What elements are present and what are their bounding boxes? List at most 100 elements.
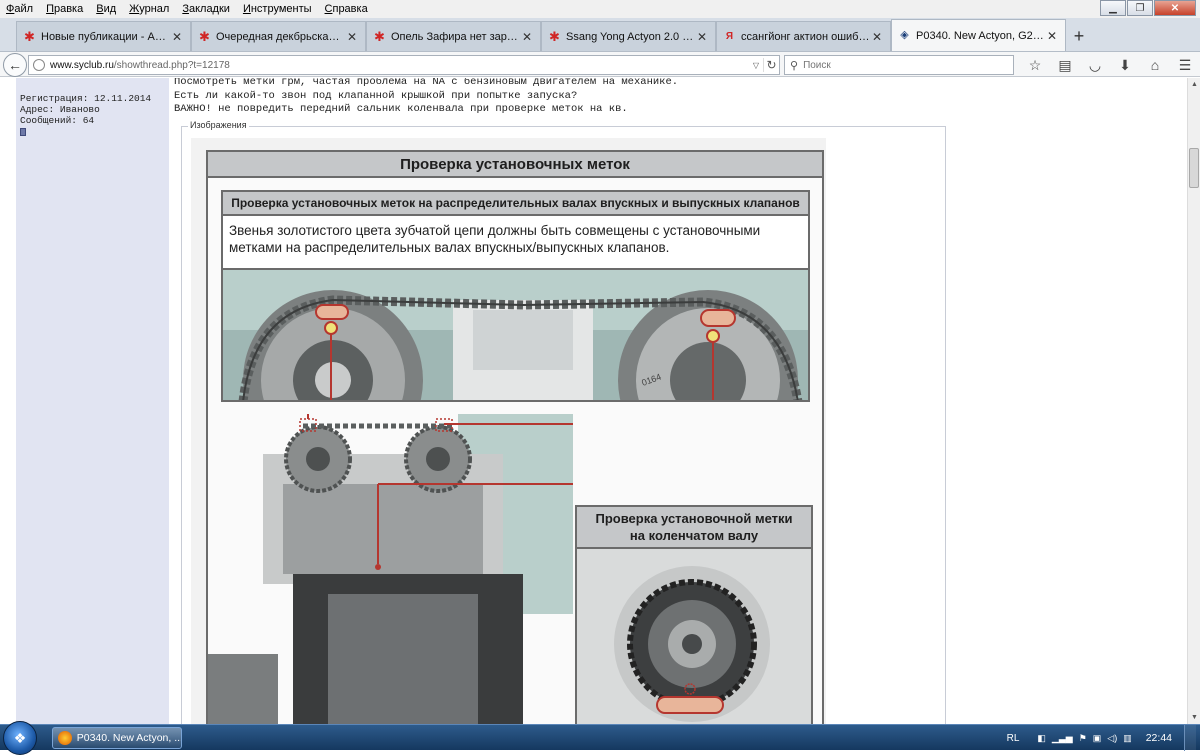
camshaft-photo-drawing: 0164 xyxy=(223,270,808,400)
dropdown-arrow-icon[interactable]: ▽ xyxy=(749,61,763,70)
back-button[interactable]: ← xyxy=(3,53,27,77)
reading-list-icon[interactable]: ▤ xyxy=(1050,55,1080,75)
tab-ssangyong-actyon[interactable]: ✱ Ssang Yong Actyon 2.0 бенз... ✕ xyxy=(541,21,716,51)
attachments-legend: Изображения xyxy=(188,120,249,130)
diagram-frame: Проверка установочных меток Проверка уст… xyxy=(206,150,824,724)
url-host: www.syclub.ru xyxy=(50,59,114,71)
menu-bookmarks[interactable]: Закладки xyxy=(182,3,230,15)
asterisk-favicon-icon: ✱ xyxy=(374,29,385,44)
tab-title: Очередная декбрьская евр... xyxy=(216,30,345,43)
close-window-button[interactable]: ✕ xyxy=(1154,0,1196,16)
reputation-badge xyxy=(20,128,26,136)
window-controls: ▁ ❐ ✕ xyxy=(1099,0,1196,16)
tab-yandex-search[interactable]: Я ссангйонг актион ошибка р... ✕ xyxy=(716,21,891,51)
camshaft-photo: 0164 xyxy=(223,268,808,400)
author-registration: Регистрация: 12.11.2014 xyxy=(20,93,152,104)
tab-p0340-active[interactable]: ◈ P0340. New Actyon, G20D. Д... ✕ xyxy=(891,19,1066,51)
author-messages: Сообщений: 64 xyxy=(20,115,95,126)
yandex-favicon-icon: Я xyxy=(725,30,734,42)
tab-close-icon[interactable]: ✕ xyxy=(1045,29,1059,43)
url-bar[interactable]: www.syclub.ru/showthread.php?t=12178 ▽ ↻ xyxy=(28,55,780,75)
tray-extra-icon[interactable]: ▥ xyxy=(1123,733,1132,744)
search-icon: ⚲ xyxy=(790,59,799,72)
diagram-title: Проверка установочных меток xyxy=(208,152,822,178)
tab-title: ссангйонг актион ошибка р... xyxy=(741,30,870,43)
search-input[interactable] xyxy=(803,59,1004,71)
post-text: Посмотреть метки грм, частая проблема на… xyxy=(174,78,678,117)
minimize-icon: ▁ xyxy=(1109,2,1117,14)
volume-icon[interactable]: ◁) xyxy=(1107,733,1117,744)
menu-edit[interactable]: Правка xyxy=(46,3,83,15)
timing-marks-diagram[interactable]: Проверка установочных меток Проверка уст… xyxy=(191,138,826,724)
menu-tools[interactable]: Инструменты xyxy=(243,3,312,15)
toolbar-icons: ☆ ▤ ◡ ⬇ ⌂ ☰ xyxy=(1020,55,1200,75)
system-tray: RL ◧ ▁▃▅ ⚑ ▣ ◁) ▥ 22:44 xyxy=(1007,725,1196,751)
menu-bar: Файл Правка Вид Журнал Закладки Инструме… xyxy=(0,0,1200,18)
taskbar-item-label: P0340. New Actyon, ... xyxy=(76,732,181,744)
crankshaft-section: Проверка установочной метки на коленчато… xyxy=(575,505,813,724)
scroll-thumb[interactable] xyxy=(1189,148,1199,188)
tab-opel-zafira[interactable]: ✱ Опель Зафира нет зарядки ... ✕ xyxy=(366,21,541,51)
tab-title: Ssang Yong Actyon 2.0 бенз... xyxy=(566,30,695,43)
tab-bar: ✱ Новые публикации - AUTO T... ✕ ✱ Очере… xyxy=(0,18,1200,52)
taskbar: ❖ P0340. New Actyon, ... RL ◧ ▁▃▅ ⚑ ▣ ◁)… xyxy=(0,721,1200,755)
firefox-icon xyxy=(58,731,72,745)
menu-help[interactable]: Справка xyxy=(325,3,368,15)
tab-close-icon[interactable]: ✕ xyxy=(870,30,884,44)
url-path: /showthread.php?t=12178 xyxy=(113,59,230,71)
reload-icon[interactable]: ↻ xyxy=(763,58,779,72)
tab-close-icon[interactable]: ✕ xyxy=(695,30,709,44)
home-icon[interactable]: ⌂ xyxy=(1140,55,1170,75)
taskbar-firefox-item[interactable]: P0340. New Actyon, ... xyxy=(52,727,182,749)
menu-file[interactable]: Файл xyxy=(6,3,33,15)
post-line: ВАЖНО! не повредить передний сальник кол… xyxy=(174,103,628,115)
camshaft-section: Проверка установочных меток на распредел… xyxy=(221,190,810,402)
tab-december[interactable]: ✱ Очередная декбрьская евр... ✕ xyxy=(191,21,366,51)
tab-title: Опель Зафира нет зарядки ... xyxy=(391,30,520,43)
show-desktop-button[interactable] xyxy=(1184,725,1196,751)
scroll-down-arrow-icon[interactable]: ▼ xyxy=(1188,711,1200,724)
signal-icon[interactable]: ▁▃▅ xyxy=(1052,733,1073,744)
scroll-up-arrow-icon[interactable]: ▲ xyxy=(1188,78,1200,91)
tab-close-icon[interactable]: ✕ xyxy=(520,30,534,44)
tab-auto-publications[interactable]: ✱ Новые публикации - AUTO T... ✕ xyxy=(16,21,191,51)
camshaft-description: Звенья золотистого цвета зубчатой цепи д… xyxy=(229,223,761,255)
network-icon[interactable]: ▣ xyxy=(1093,733,1102,744)
menu-history[interactable]: Журнал xyxy=(129,3,169,15)
clock[interactable]: 22:44 xyxy=(1146,732,1172,744)
bookmark-star-icon[interactable]: ☆ xyxy=(1020,55,1050,75)
navigation-bar: ← www.syclub.ru/showthread.php?t=12178 ▽… xyxy=(0,52,1200,77)
crankshaft-photo-drawing xyxy=(577,549,811,724)
minimize-button[interactable]: ▁ xyxy=(1100,0,1126,16)
syclub-favicon-icon: ◈ xyxy=(900,29,909,41)
language-indicator[interactable]: RL xyxy=(1007,733,1020,744)
tab-close-icon[interactable]: ✕ xyxy=(345,30,359,44)
windows-logo-icon: ❖ xyxy=(13,729,27,746)
crankshaft-title-line-1: Проверка установочной метки xyxy=(595,511,793,526)
restore-button[interactable]: ❐ xyxy=(1127,0,1153,16)
vertical-scrollbar[interactable]: ▲ ▼ xyxy=(1187,78,1200,724)
tray-app-icon[interactable]: ◧ xyxy=(1037,733,1046,744)
globe-icon xyxy=(33,59,45,71)
menu-view[interactable]: Вид xyxy=(96,3,116,15)
pocket-icon[interactable]: ◡ xyxy=(1080,55,1110,75)
post-line: Есть ли какой-то звон под клапанной крыш… xyxy=(174,89,578,102)
tab-title: P0340. New Actyon, G20D. Д... xyxy=(916,29,1045,42)
restore-icon: ❐ xyxy=(1135,2,1145,14)
author-info: Регистрация: 12.11.2014 Адрес: Иваново С… xyxy=(16,78,168,724)
search-bar[interactable]: ⚲ xyxy=(784,55,1014,75)
asterisk-favicon-icon: ✱ xyxy=(199,29,210,44)
menu-hamburger-icon[interactable]: ☰ xyxy=(1170,55,1200,75)
download-icon[interactable]: ⬇ xyxy=(1110,55,1140,75)
engine-photo xyxy=(208,414,573,724)
url-text[interactable]: www.syclub.ru/showthread.php?t=12178 xyxy=(50,60,749,71)
flag-icon[interactable]: ⚑ xyxy=(1079,733,1087,744)
tab-title: Новые публикации - AUTO T... xyxy=(41,30,170,43)
asterisk-favicon-icon: ✱ xyxy=(24,29,35,44)
tab-close-icon[interactable]: ✕ xyxy=(170,30,184,44)
new-tab-button[interactable]: + xyxy=(1066,21,1092,51)
close-icon: ✕ xyxy=(1170,2,1180,14)
crankshaft-photo xyxy=(577,549,811,724)
back-arrow-icon: ← xyxy=(8,57,22,73)
camshaft-section-title: Проверка установочных меток на распредел… xyxy=(223,192,808,216)
